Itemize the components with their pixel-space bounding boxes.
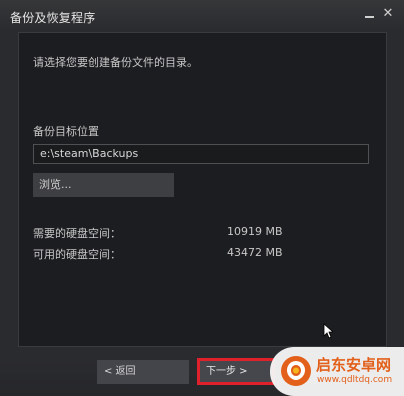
backup-path-input[interactable]: e:\steam\Backups: [33, 144, 369, 164]
instruction-text: 请选择您要创建备份文件的目录。: [33, 56, 198, 69]
back-button[interactable]: < 返回: [97, 360, 189, 384]
close-icon[interactable]: ✕: [381, 7, 395, 21]
required-space-label: 需要的硬盘空间：: [33, 227, 121, 240]
watermark-site-name: 启东安卓网: [316, 356, 392, 374]
title-bar: 备份及恢复程序 ✕: [0, 0, 404, 32]
window-title: 备份及恢复程序: [10, 11, 96, 25]
required-space-value: 10919 MB: [227, 225, 283, 238]
available-space-value: 43472 MB: [227, 246, 283, 259]
backup-location-label: 备份目标位置: [33, 125, 99, 138]
available-space-label: 可用的硬盘空间：: [33, 248, 121, 261]
minimize-icon[interactable]: [363, 7, 377, 21]
mouse-cursor-icon: [323, 323, 333, 339]
browse-button[interactable]: 浏览...: [33, 173, 174, 197]
content-panel: 请选择您要创建备份文件的目录。 备份目标位置 e:\steam\Backups …: [18, 32, 387, 347]
backup-restore-dialog: 备份及恢复程序 ✕ 请选择您要创建备份文件的目录。 备份目标位置 e:\stea…: [0, 0, 404, 396]
watermark-site-url: www.qdltdq.com: [317, 375, 393, 385]
watermark-badge: 启东安卓网 www.qdltdq.com: [270, 347, 404, 396]
next-button[interactable]: 下一步 >: [197, 358, 275, 385]
watermark-logo-icon: [281, 356, 311, 386]
